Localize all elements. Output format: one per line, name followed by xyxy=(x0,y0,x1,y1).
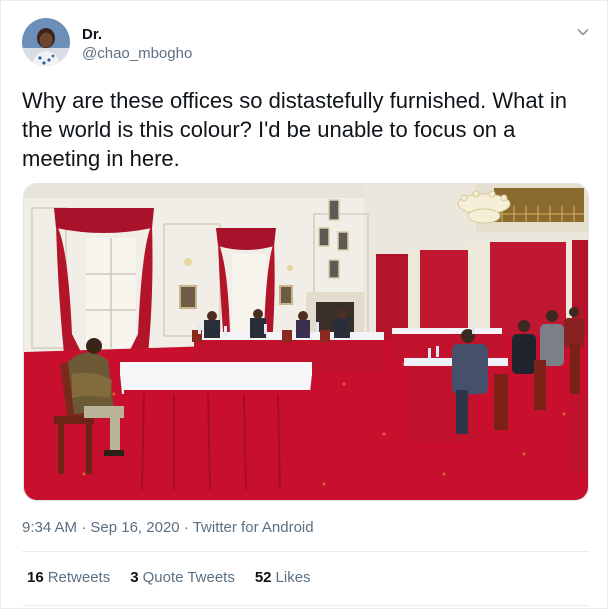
chevron-down-icon[interactable] xyxy=(575,24,591,40)
likes-stat[interactable]: 52 Likes xyxy=(255,569,311,586)
avatar[interactable] xyxy=(22,18,70,66)
tweet-header: Dr. @chao_mbogho xyxy=(22,18,591,68)
retweets-stat[interactable]: 16 Retweets xyxy=(27,569,110,586)
divider xyxy=(22,551,589,552)
tweet-source[interactable]: Twitter for Android xyxy=(193,519,314,536)
tweet-text: Why are these offices so distastefully f… xyxy=(22,88,567,171)
author-handle[interactable]: @chao_mbogho xyxy=(82,45,192,62)
author-display-name[interactable]: Dr. xyxy=(82,26,102,43)
likes-count: 52 xyxy=(254,569,272,586)
tweet-stats: 16 Retweets 3 Quote Tweets 52 Likes xyxy=(27,569,311,586)
tweet-date[interactable]: Sep 16, 2020 xyxy=(90,519,179,536)
quote-tweets-count: 3 xyxy=(130,569,139,586)
retweets-label: Retweets xyxy=(47,569,111,586)
tweet-meta: 9:34 AM · Sep 16, 2020 · Twitter for And… xyxy=(22,519,314,536)
quote-tweets-stat[interactable]: 3 Quote Tweets xyxy=(130,569,235,586)
tweet-photo[interactable] xyxy=(23,183,589,501)
meta-separator: · xyxy=(81,519,87,536)
retweets-count: 16 xyxy=(27,569,44,586)
tweet-card[interactable]: Dr. @chao_mbogho Why are these offices s… xyxy=(0,0,608,609)
divider xyxy=(22,605,589,606)
meta-separator: · xyxy=(183,519,189,536)
likes-label: Likes xyxy=(275,569,311,586)
quote-tweets-label: Quote Tweets xyxy=(142,569,235,586)
tweet-time[interactable]: 9:34 AM xyxy=(22,519,77,536)
